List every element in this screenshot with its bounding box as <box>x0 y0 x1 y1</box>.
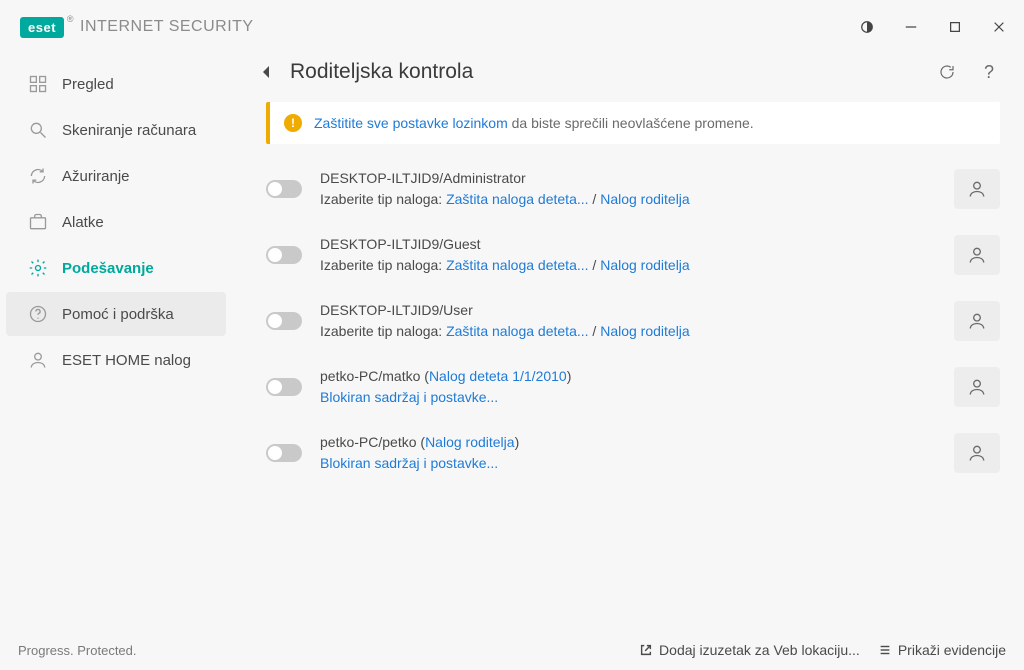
blocked-content-link[interactable]: Blokiran sadržaj i postavke... <box>320 455 498 471</box>
brand-logo: eset <box>20 17 64 38</box>
banner-text: Zaštitite sve postavke lozinkom da biste… <box>314 115 754 131</box>
parent-account-link[interactable]: Nalog roditelja <box>600 191 690 207</box>
help-icon <box>28 304 48 324</box>
sidebar-item-tools[interactable]: Alatke <box>6 200 226 244</box>
back-button[interactable] <box>256 62 276 82</box>
sidebar: Pregled Skeniranje računara Ažuriranje A… <box>0 54 232 630</box>
sidebar-item-label: Skeniranje računara <box>62 122 196 139</box>
gear-icon <box>28 258 48 278</box>
refresh-icon <box>28 166 48 186</box>
toggle-switch[interactable] <box>266 444 302 462</box>
account-name: petko-PC/matko (Nalog deteta 1/1/2010) <box>320 366 936 387</box>
user-icon <box>28 350 48 370</box>
account-row: petko-PC/petko (Nalog roditelja) Blokira… <box>256 422 1000 488</box>
account-info: DESKTOP-ILTJID9/Guest Izaberite tip nalo… <box>320 234 936 276</box>
account-row: DESKTOP-ILTJID9/Guest Izaberite tip nalo… <box>256 224 1000 290</box>
blocked-content-link[interactable]: Blokiran sadržaj i postavke... <box>320 389 498 405</box>
account-info: petko-PC/petko (Nalog roditelja) Blokira… <box>320 432 936 474</box>
search-icon <box>28 120 48 140</box>
sidebar-item-update[interactable]: Ažuriranje <box>6 154 226 198</box>
account-name: DESKTOP-ILTJID9/Guest <box>320 234 936 255</box>
toggle-switch[interactable] <box>266 246 302 264</box>
account-profile-button[interactable] <box>954 235 1000 275</box>
account-profile-button[interactable] <box>954 367 1000 407</box>
brand-product: INTERNET SECURITY <box>80 18 254 36</box>
banner-rest: da biste sprečili neovlašćene promene. <box>508 115 754 131</box>
minimize-icon[interactable] <box>898 14 924 40</box>
parent-account-link[interactable]: Nalog roditelja <box>600 323 690 339</box>
sidebar-item-label: Alatke <box>62 214 104 231</box>
child-account-link[interactable]: Zaštita naloga deteta... <box>446 257 588 273</box>
account-row: petko-PC/matko (Nalog deteta 1/1/2010) B… <box>256 356 1000 422</box>
dashboard-icon <box>28 74 48 94</box>
footer: Progress. Protected. Dodaj izuzetak za V… <box>0 630 1024 670</box>
account-type-link[interactable]: Nalog deteta 1/1/2010 <box>429 368 567 384</box>
toggle-switch[interactable] <box>266 378 302 396</box>
close-icon[interactable] <box>986 14 1012 40</box>
sidebar-item-label: ESET HOME nalog <box>62 352 191 369</box>
account-type-line: Izaberite tip naloga: Zaštita naloga det… <box>320 189 936 210</box>
sidebar-item-account[interactable]: ESET HOME nalog <box>6 338 226 382</box>
parent-account-link[interactable]: Nalog roditelja <box>600 257 690 273</box>
sidebar-item-scan[interactable]: Skeniranje računara <box>6 108 226 152</box>
maximize-icon[interactable] <box>942 14 968 40</box>
account-info: DESKTOP-ILTJID9/Administrator Izaberite … <box>320 168 936 210</box>
show-logs-link[interactable]: Prikaži evidencije <box>878 642 1006 658</box>
account-name: DESKTOP-ILTJID9/Administrator <box>320 168 936 189</box>
external-link-icon <box>639 643 653 657</box>
sidebar-item-help[interactable]: Pomoć i podrška <box>6 292 226 336</box>
toggle-switch[interactable] <box>266 312 302 330</box>
sidebar-item-setup[interactable]: Podešavanje <box>6 246 226 290</box>
child-account-link[interactable]: Zaštita naloga deteta... <box>446 191 588 207</box>
sidebar-item-overview[interactable]: Pregled <box>6 62 226 106</box>
warning-banner: ! Zaštitite sve postavke lozinkom da bis… <box>266 102 1000 144</box>
add-exception-link[interactable]: Dodaj izuzetak za Veb lokaciju... <box>639 642 860 658</box>
main: Roditeljska kontrola ? ! Zaštitite sve p… <box>232 54 1024 630</box>
account-profile-button[interactable] <box>954 433 1000 473</box>
warning-icon: ! <box>284 114 302 132</box>
child-account-link[interactable]: Zaštita naloga deteta... <box>446 323 588 339</box>
refresh-button[interactable] <box>936 61 958 83</box>
account-name: DESKTOP-ILTJID9/User <box>320 300 936 321</box>
list-icon <box>878 643 892 657</box>
account-profile-button[interactable] <box>954 169 1000 209</box>
titlebar: eset INTERNET SECURITY <box>0 0 1024 54</box>
account-row: DESKTOP-ILTJID9/User Izaberite tip nalog… <box>256 290 1000 356</box>
account-info: DESKTOP-ILTJID9/User Izaberite tip nalog… <box>320 300 936 342</box>
briefcase-icon <box>28 212 48 232</box>
window-controls <box>854 14 1012 40</box>
banner-link[interactable]: Zaštitite sve postavke lozinkom <box>314 115 508 131</box>
footer-tagline: Progress. Protected. <box>18 643 137 658</box>
contrast-icon[interactable] <box>854 14 880 40</box>
toggle-switch[interactable] <box>266 180 302 198</box>
help-button[interactable]: ? <box>978 61 1000 83</box>
sidebar-item-label: Pomoć i podrška <box>62 306 174 323</box>
account-info: petko-PC/matko (Nalog deteta 1/1/2010) B… <box>320 366 936 408</box>
account-profile-button[interactable] <box>954 301 1000 341</box>
sidebar-item-label: Pregled <box>62 76 114 93</box>
account-type-link[interactable]: Nalog roditelja <box>425 434 515 450</box>
account-row: DESKTOP-ILTJID9/Administrator Izaberite … <box>256 158 1000 224</box>
account-type-line: Izaberite tip naloga: Zaštita naloga det… <box>320 255 936 276</box>
sidebar-item-label: Podešavanje <box>62 260 154 277</box>
account-name: petko-PC/petko (Nalog roditelja) <box>320 432 936 453</box>
sidebar-item-label: Ažuriranje <box>62 168 130 185</box>
account-type-line: Izaberite tip naloga: Zaštita naloga det… <box>320 321 936 342</box>
page-header: Roditeljska kontrola ? <box>256 60 1000 84</box>
page-title: Roditeljska kontrola <box>290 60 473 84</box>
